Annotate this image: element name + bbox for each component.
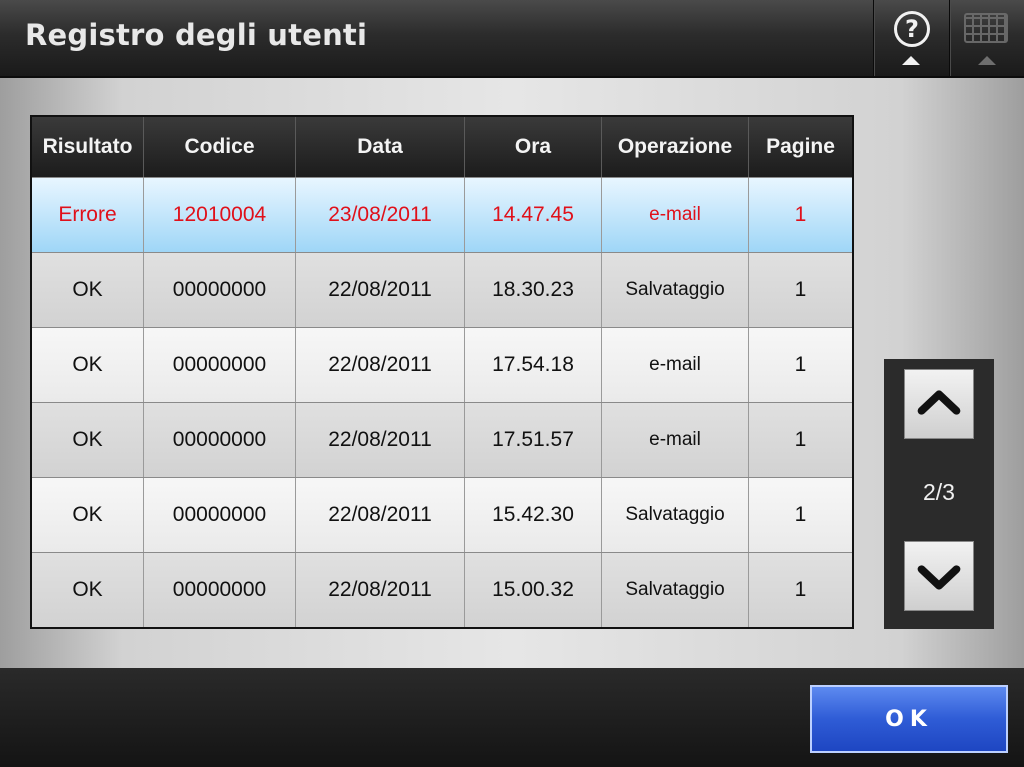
page-indicator: 2/3: [923, 479, 955, 505]
column-header-pages: Pagine: [766, 135, 835, 158]
table-row[interactable]: OK 00000000 22/08/2011 15.42.30 Salvatag…: [32, 477, 852, 552]
cell-date: 22/08/2011: [296, 478, 465, 552]
header-bar: Registro degli utenti ?: [0, 0, 1024, 78]
column-header-code: Codice: [144, 117, 296, 177]
keyboard-button[interactable]: [949, 0, 1024, 76]
cell-time: 18.30.23: [465, 253, 602, 327]
cell-operation: Salvataggio: [602, 478, 749, 552]
cell-time: 17.54.18: [465, 328, 602, 402]
cell-date: 22/08/2011: [296, 253, 465, 327]
help-icon: ?: [894, 11, 930, 47]
cell-result: Errore: [32, 178, 144, 252]
page-down-button[interactable]: [904, 541, 974, 611]
table-row[interactable]: OK 00000000 22/08/2011 17.54.18 e-mail 1: [32, 327, 852, 402]
cell-code: 12010004: [144, 178, 296, 252]
cell-result: OK: [32, 403, 144, 477]
cell-result: OK: [32, 478, 144, 552]
cell-operation: e-mail: [602, 178, 749, 252]
cell-pages: 1: [794, 278, 807, 301]
cell-date: 22/08/2011: [296, 328, 465, 402]
help-button[interactable]: ?: [873, 0, 949, 76]
cell-operation: e-mail: [602, 403, 749, 477]
cell-code: 00000000: [144, 328, 296, 402]
chevron-up-icon: [917, 390, 961, 415]
cell-result: OK: [32, 553, 144, 627]
cell-time: 14.47.45: [465, 178, 602, 252]
cell-code: 00000000: [144, 253, 296, 327]
footer-bar: OK: [0, 668, 1024, 767]
cell-pages: 1: [794, 578, 807, 601]
cell-operation: Salvataggio: [602, 553, 749, 627]
cell-date: 22/08/2011: [296, 553, 465, 627]
chevron-down-icon: [917, 565, 961, 590]
column-header-date: Data: [296, 117, 465, 177]
cell-result: OK: [32, 328, 144, 402]
column-header-result: Risultato: [32, 117, 144, 177]
cell-time: 17.51.57: [465, 403, 602, 477]
column-header-time: Ora: [465, 117, 602, 177]
cell-time: 15.00.32: [465, 553, 602, 627]
keyboard-icon: [964, 13, 1008, 43]
triangle-up-icon: [978, 56, 996, 65]
cell-time: 15.42.30: [465, 478, 602, 552]
cell-code: 00000000: [144, 403, 296, 477]
table-row[interactable]: OK 00000000 22/08/2011 15.00.32 Salvatag…: [32, 552, 852, 627]
user-log-table: Risultato Codice Data Ora Operazione Pag…: [30, 115, 854, 629]
cell-date: 22/08/2011: [296, 403, 465, 477]
triangle-up-icon: [902, 56, 920, 65]
cell-pages: 1: [794, 353, 807, 376]
cell-code: 00000000: [144, 478, 296, 552]
table-row[interactable]: OK 00000000 22/08/2011 18.30.23 Salvatag…: [32, 252, 852, 327]
cell-operation: e-mail: [602, 328, 749, 402]
page-title: Registro degli utenti: [25, 18, 368, 52]
table-row-selected[interactable]: Errore 12010004 23/08/2011 14.47.45 e-ma…: [32, 177, 852, 252]
cell-result: OK: [32, 253, 144, 327]
table-row[interactable]: OK 00000000 22/08/2011 17.51.57 e-mail 1: [32, 402, 852, 477]
cell-operation: Salvataggio: [602, 253, 749, 327]
cell-pages: 1: [794, 203, 807, 226]
cell-date: 23/08/2011: [296, 178, 465, 252]
cell-code: 00000000: [144, 553, 296, 627]
cell-pages: 1: [794, 428, 807, 451]
ok-button[interactable]: OK: [810, 685, 1008, 753]
pager-panel: 2/3: [884, 359, 994, 629]
table-header: Risultato Codice Data Ora Operazione Pag…: [32, 117, 852, 177]
column-header-operation: Operazione: [602, 117, 749, 177]
cell-pages: 1: [794, 503, 807, 526]
page-up-button[interactable]: [904, 369, 974, 439]
